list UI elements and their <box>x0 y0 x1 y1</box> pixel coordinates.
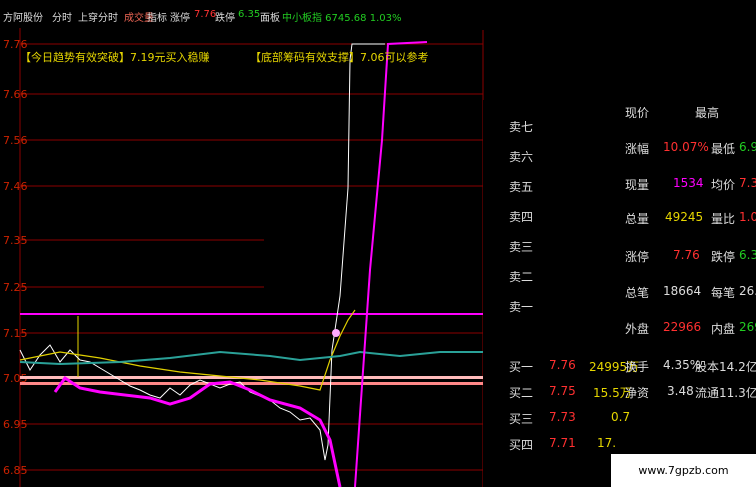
sell-6-label: 卖六 <box>509 150 534 164</box>
tab-intraday[interactable]: 分时 <box>52 9 72 24</box>
buy-stat-label: 换手 <box>625 360 650 374</box>
stat-label-1: 现价 <box>625 106 650 120</box>
stat-label: 内盘 <box>711 322 736 336</box>
buy-3-price: 7.73 <box>549 410 576 424</box>
stat-value: 10.07% <box>663 140 709 154</box>
stat-label: 每笔 <box>711 286 736 300</box>
sell-4-label: 卖四 <box>509 210 534 224</box>
stat-label: 量比 <box>711 212 736 226</box>
buy-stat-value: 14.2亿 <box>719 360 756 374</box>
panel-label[interactable]: 面板 <box>260 9 280 24</box>
buy-2-price: 7.75 <box>549 384 576 398</box>
buy-stat-value: 3.48 <box>667 384 694 398</box>
buy-stat-label: 净资 <box>625 386 650 400</box>
limit-up-label: 涨停 <box>170 13 190 24</box>
stat-value: 1.05 <box>739 210 756 224</box>
buy-1-price: 7.76 <box>549 358 576 372</box>
price-axis-label: 7.15 <box>3 327 28 340</box>
annotation-right: 【底部筹码有效支撑】7.06可以参考 <box>250 51 429 64</box>
price-axis-label: 6.95 <box>3 418 28 431</box>
sell-2-label: 卖二 <box>509 270 534 284</box>
limit-down-value: 6.35 <box>238 9 261 20</box>
price-axis-label: 7.66 <box>3 88 28 101</box>
tab-cross-intraday[interactable]: 上穿分时 <box>78 9 118 24</box>
buy-stat-label: 流通 <box>695 386 720 400</box>
buy-4-volume: 17. <box>597 436 617 450</box>
stat-label-2: 最高 <box>695 106 720 120</box>
limit-down-label: 跌停 <box>215 13 235 24</box>
annotation-left: 【今日趋势有效突破】7.19元买入稳赚 <box>20 51 210 64</box>
stat-label: 均价 <box>711 178 736 192</box>
price-axis-label: 6.85 <box>3 464 28 477</box>
stat-label: 涨停 <box>625 250 650 264</box>
buy-stat-value: 11.3亿 <box>719 386 756 400</box>
index-label: 中小板指 6745.68 1.03% <box>282 13 402 24</box>
stat-label: 外盘 <box>625 322 650 336</box>
stat-value: 22966 <box>663 320 702 334</box>
stat-label: 跌停 <box>711 250 736 264</box>
baseline-band <box>20 382 483 385</box>
stat-label: 总笔 <box>625 286 650 300</box>
buy-1-label: 买一 <box>509 360 534 374</box>
quote-panel: 卖七 卖六 卖五 卖四 卖三 卖二 卖一 现价 最高 涨幅 10.07% 最低 … <box>483 100 756 487</box>
buy-2-label: 买二 <box>509 386 534 400</box>
buy-4-price: 7.71 <box>549 436 576 450</box>
sell-7-label: 卖七 <box>509 120 534 134</box>
stat-value: 6.96 <box>739 140 756 154</box>
header-stock-name: 方阿股份 <box>3 13 43 24</box>
stat-value: 26.1 <box>739 284 756 298</box>
stat-value: 7.76 <box>673 248 700 262</box>
magenta-curve <box>53 375 342 487</box>
stat-value: 18664 <box>663 284 702 298</box>
stat-value: 1534 <box>673 176 704 190</box>
buy-3-volume: 0.7 <box>611 410 631 424</box>
price-line <box>19 43 385 461</box>
chart-header: 方阿股份 分时 上穿分时 成交量 指标 涨停 7.76 跌停 6.35 面板 中… <box>0 0 430 28</box>
price-axis-label: 7.35 <box>3 234 28 247</box>
sell-1-label: 卖一 <box>509 300 534 314</box>
magenta-rise <box>354 41 428 487</box>
stat-label: 最低 <box>711 142 736 156</box>
sell-5-label: 卖五 <box>509 180 534 194</box>
tab-indicator[interactable]: 指标 <box>147 9 167 24</box>
stat-label: 涨幅 <box>625 142 650 156</box>
magenta-marker <box>332 329 340 337</box>
stat-value: 26947 <box>739 320 756 334</box>
price-axis-label: 7.25 <box>3 281 28 294</box>
price-axis-label: 7.56 <box>3 134 28 147</box>
stat-value: 6.35 <box>739 248 756 262</box>
buy-4-label: 买四 <box>509 438 534 452</box>
watermark: www.7gpzb.com <box>611 454 756 487</box>
price-axis-label: 7.46 <box>3 180 28 193</box>
sell-3-label: 卖三 <box>509 240 534 254</box>
buy-stat-label: 股本 <box>695 360 720 374</box>
limit-up-value: 7.76 <box>194 9 217 20</box>
buy-3-label: 买三 <box>509 412 534 426</box>
stat-value: 49245 <box>665 210 704 224</box>
cyan-line <box>19 350 483 366</box>
stat-value: 7.36 <box>739 176 756 190</box>
stat-label: 总量 <box>625 212 650 226</box>
stat-label: 现量 <box>625 178 650 192</box>
